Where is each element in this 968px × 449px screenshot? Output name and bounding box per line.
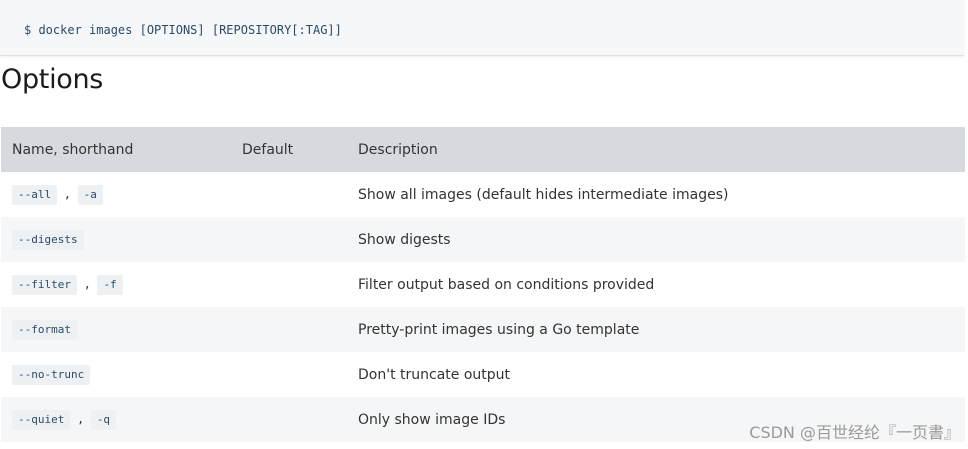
usage-code-block: $ docker images [OPTIONS] [REPOSITORY[:T… — [0, 0, 964, 56]
options-table: Name, shorthand Default Description --al… — [1, 127, 965, 442]
option-description: Don't truncate output — [358, 366, 511, 383]
option-flag: --quiet — [12, 409, 71, 430]
option-name-cell: --all, -a — [1, 172, 231, 217]
option-default — [231, 307, 347, 352]
watermark: CSDN @百世经纶『一页書』 — [749, 423, 960, 442]
options-heading: Options — [1, 64, 104, 95]
option-shorthand: -f — [97, 274, 123, 295]
option-default — [231, 352, 347, 397]
option-flag: --no-trunc — [12, 364, 91, 385]
option-flag: --format — [12, 319, 77, 340]
header-description: Description — [347, 127, 965, 172]
option-name-cell: --filter, -f — [1, 262, 231, 307]
option-name-cell: --digests — [1, 217, 231, 262]
table-row: --all, -a Show all images (default hides … — [1, 172, 965, 217]
option-separator: , — [65, 185, 70, 202]
option-flag: --digests — [12, 229, 84, 250]
table-row: --filter, -f Filter output based on condi… — [1, 262, 965, 307]
option-description: Filter output based on conditions provid… — [358, 276, 655, 293]
option-separator: , — [84, 275, 90, 292]
table-header-row: Name, shorthand Default Description — [1, 127, 965, 172]
option-description: Show digests — [347, 217, 965, 262]
option-default — [231, 397, 347, 442]
header-default: Default — [231, 127, 347, 172]
header-name: Name, shorthand — [1, 127, 231, 172]
option-default — [231, 262, 347, 307]
option-name-cell: --quiet, -q — [1, 397, 231, 442]
table-row: --no-trunc Don't truncate output — [1, 352, 965, 397]
option-default — [231, 217, 347, 262]
table-row: --format Pretty-print images using a Go … — [1, 307, 965, 352]
option-flag: --all — [12, 184, 58, 205]
option-name-cell: --format — [1, 307, 231, 352]
option-separator: , — [78, 410, 83, 427]
option-shorthand: -a — [77, 184, 103, 205]
option-description: Pretty-print images using a Go template — [347, 307, 965, 352]
table-row: --digests Show digests — [1, 217, 965, 262]
option-default — [231, 172, 347, 217]
option-shorthand: -q — [90, 409, 117, 430]
usage-command: $ docker images [OPTIONS] [REPOSITORY[:T… — [24, 23, 342, 37]
option-name-cell: --no-trunc — [1, 352, 231, 397]
option-description: Show all images (default hides intermedi… — [358, 186, 729, 203]
option-flag: --filter — [12, 274, 77, 295]
